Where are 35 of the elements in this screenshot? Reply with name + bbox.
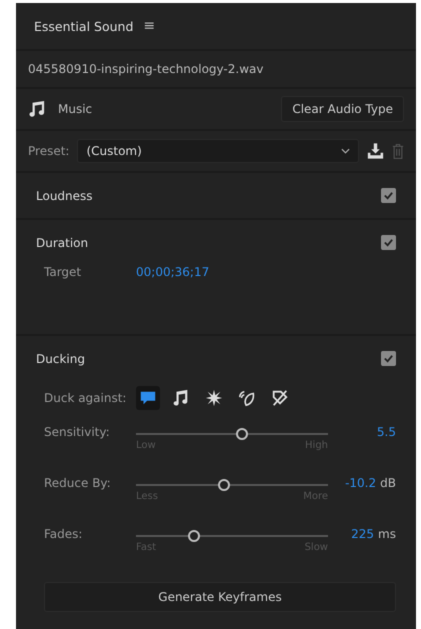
- section-title: Loudness: [36, 188, 93, 202]
- checkmark-icon: [383, 190, 394, 201]
- panel-title: Essential Sound: [34, 18, 134, 34]
- slider-value[interactable]: -10.2: [345, 476, 376, 490]
- chevron-down-icon[interactable]: [341, 148, 350, 154]
- slider-thumb[interactable]: [218, 479, 230, 491]
- clip-filename: 045580910-inspiring-technology-2.wav: [28, 62, 264, 76]
- slider-unit: ms: [378, 527, 396, 541]
- slider-value[interactable]: 225: [351, 527, 374, 541]
- target-label: Target: [44, 265, 82, 279]
- preset-dropdown[interactable]: (Custom): [77, 139, 359, 163]
- speech-bubble-icon[interactable]: [136, 386, 160, 410]
- clear-audio-type-button[interactable]: Clear Audio Type: [281, 96, 404, 122]
- section-checkbox[interactable]: [381, 235, 396, 250]
- section-checkbox[interactable]: [381, 351, 396, 366]
- generate-keyframes-button[interactable]: Generate Keyframes: [44, 582, 396, 612]
- slider-thumb[interactable]: [188, 530, 200, 542]
- slider-unit: dB: [380, 476, 396, 490]
- duck-against-label: Duck against:: [44, 391, 128, 405]
- slider-value[interactable]: 5.5: [376, 425, 396, 439]
- music-note-icon: [28, 101, 46, 117]
- slider-label: Sensitivity:: [44, 425, 111, 439]
- slider-label: Reduce By:: [44, 476, 112, 490]
- checkmark-icon: [383, 353, 394, 364]
- section-checkbox[interactable]: [381, 188, 396, 203]
- slider-thumb[interactable]: [236, 428, 248, 440]
- audio-type-label: Music: [58, 102, 92, 116]
- preset-label: Preset:: [28, 144, 70, 158]
- checkmark-icon: [383, 237, 394, 248]
- target-duration-value[interactable]: 00;00;36;17: [136, 265, 210, 279]
- download-icon[interactable]: [367, 143, 384, 159]
- section-title: Ducking: [36, 352, 85, 366]
- slider-label: Fades:: [44, 527, 84, 541]
- panel-menu-button[interactable]: ≡: [143, 18, 156, 34]
- section-title: Duration: [36, 236, 88, 250]
